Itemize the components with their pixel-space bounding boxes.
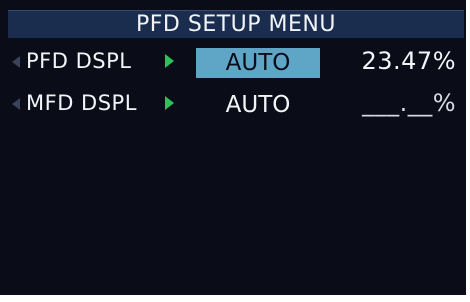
pfd-setup-menu-window: PFD SETUP MENU PFD DSPL AUTO 23.47% MFD … bbox=[0, 0, 466, 295]
mfd-dspl-brightness-value: ___.__% bbox=[362, 89, 456, 117]
mfd-dspl-label: MFD DSPL bbox=[26, 91, 137, 115]
mfd-dspl-mode-selector[interactable]: AUTO bbox=[196, 90, 320, 120]
right-triangle-icon bbox=[165, 96, 174, 110]
pfd-dspl-row[interactable]: PFD DSPL AUTO 23.47% bbox=[0, 45, 466, 79]
left-triangle-icon bbox=[12, 98, 20, 110]
menu-title: PFD SETUP MENU bbox=[136, 12, 336, 37]
menu-title-bar: PFD SETUP MENU bbox=[8, 10, 464, 38]
pfd-dspl-mode-selector[interactable]: AUTO bbox=[196, 48, 320, 78]
mfd-dspl-row[interactable]: MFD DSPL AUTO ___.__% bbox=[0, 87, 466, 121]
pfd-dspl-label: PFD DSPL bbox=[26, 49, 132, 73]
left-triangle-icon bbox=[12, 56, 20, 68]
pfd-dspl-brightness-value: 23.47% bbox=[361, 47, 456, 75]
right-triangle-icon bbox=[165, 54, 174, 68]
